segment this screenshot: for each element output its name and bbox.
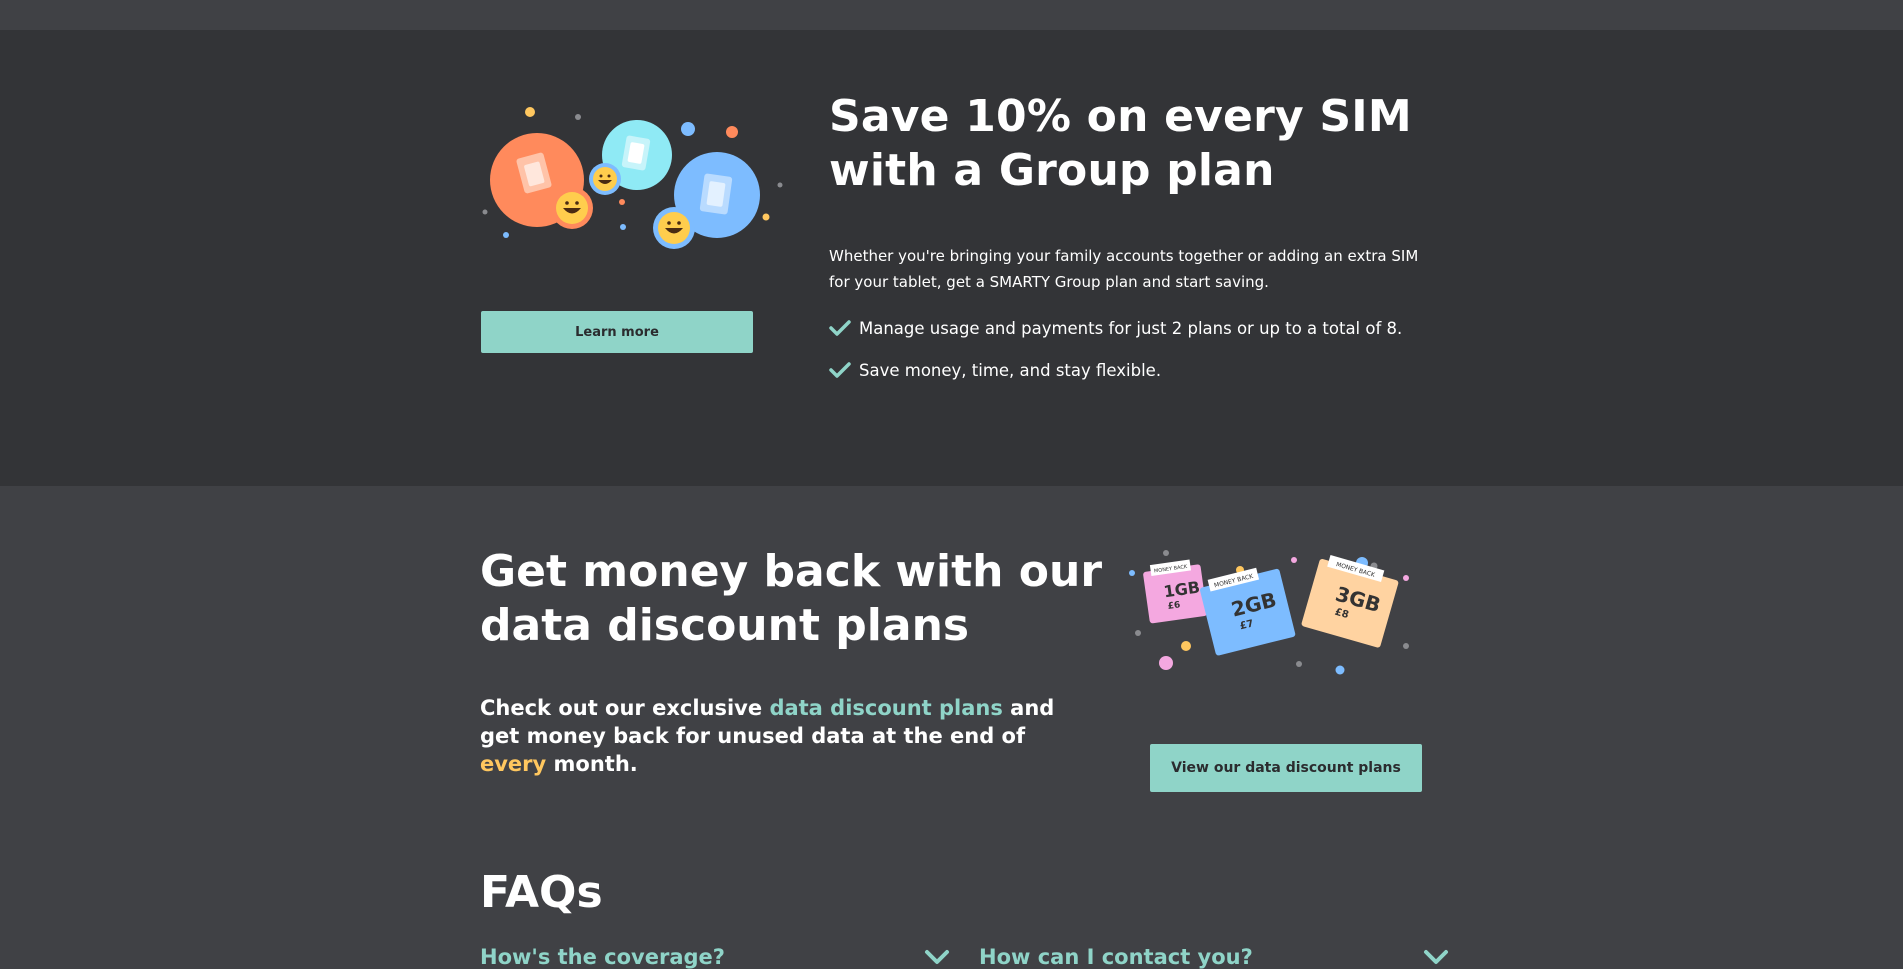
benefit-text: Save money, time, and stay flexible. <box>859 360 1162 380</box>
data-discount-body: Check out our exclusive data discount pl… <box>480 694 1080 778</box>
card-price: £6 <box>1167 600 1181 612</box>
view-data-discount-plans-button[interactable]: View our data discount plans <box>1150 744 1422 792</box>
chevron-down-icon[interactable] <box>924 949 950 965</box>
learn-more-button[interactable]: Learn more <box>481 311 753 353</box>
chevron-down-icon[interactable] <box>1423 949 1449 965</box>
every-highlight: every <box>480 752 547 776</box>
check-icon <box>829 362 851 378</box>
data-discount-title: Get money back with our data discount pl… <box>480 545 1120 653</box>
faq-question-text: How's the coverage? <box>480 945 725 969</box>
body-text: month. <box>546 752 638 776</box>
data-discount-plans-link[interactable]: data discount plans <box>769 696 1002 720</box>
faq-title: FAQs <box>480 867 603 918</box>
faq-question-text: How can I contact you? <box>979 945 1253 969</box>
benefit-text: Manage usage and payments for just 2 pla… <box>859 318 1403 338</box>
data-discount-title-line2: data discount plans <box>480 600 970 651</box>
group-plan-benefits: Manage usage and payments for just 2 pla… <box>829 307 1449 391</box>
group-plan-title-line2: with a Group plan <box>829 145 1275 196</box>
top-strip <box>0 0 1903 30</box>
group-plan-title-line1: Save 10% on every SIM <box>829 91 1412 142</box>
sim-bubble-illustration <box>482 107 783 249</box>
benefit-item: Manage usage and payments for just 2 pla… <box>829 307 1449 349</box>
data-discount-title-line1: Get money back with our <box>480 546 1103 597</box>
faq-question-coverage[interactable]: How's the coverage? <box>480 945 950 969</box>
body-text: Check out our exclusive <box>480 696 770 720</box>
faq-question-contact[interactable]: How can I contact you? <box>979 945 1449 969</box>
data-cards-illustration: MONEY BACK 1GB £6 MONEY BACK 2GB £7 MONE… <box>1129 550 1409 675</box>
benefit-item: Save money, time, and stay flexible. <box>829 349 1449 391</box>
group-plan-description: Whether you're bringing your family acco… <box>829 247 1419 291</box>
check-icon <box>829 320 851 336</box>
group-plan-title: Save 10% on every SIM with a Group plan <box>829 90 1429 198</box>
